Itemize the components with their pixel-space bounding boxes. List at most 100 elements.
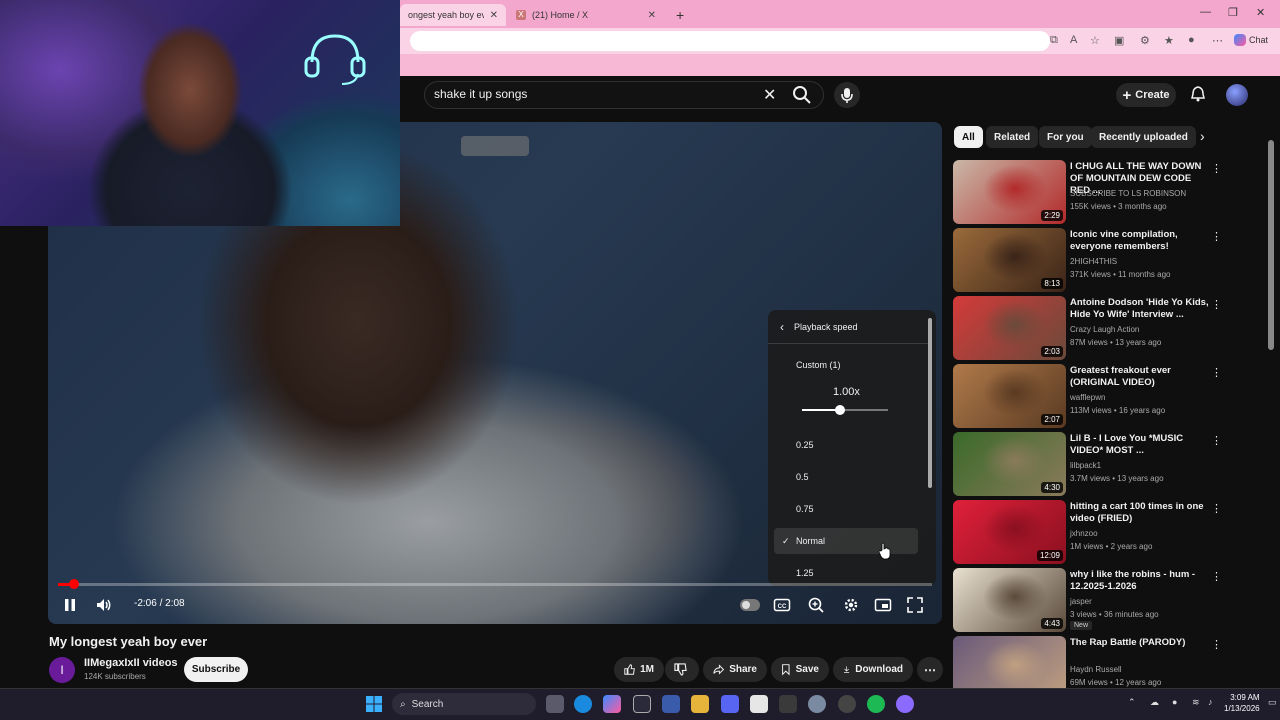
tab-youtube[interactable]: ongest yeah boy ever - Yo ✕ xyxy=(400,4,506,26)
more-vertical-icon[interactable]: ⋮ xyxy=(1211,230,1222,243)
menu-scrollbar[interactable] xyxy=(928,318,932,488)
split-screen-icon[interactable]: ▣ xyxy=(1114,34,1124,47)
video-thumbnail[interactable]: 12:09 xyxy=(953,500,1066,564)
recommendation-item[interactable]: 12:09 hitting a cart 100 times in one vi… xyxy=(953,500,1273,564)
search-icon[interactable] xyxy=(792,85,812,105)
more-vertical-icon[interactable]: ⋮ xyxy=(1211,502,1222,515)
discord-icon[interactable] xyxy=(721,695,739,713)
chips-next-chevron-icon[interactable]: › xyxy=(1200,128,1205,144)
notifications-bell-icon[interactable] xyxy=(1190,86,1206,102)
recommendation-item[interactable]: 2:03 Antoine Dodson 'Hide Yo Kids, Hide … xyxy=(953,296,1273,360)
recommendation-channel[interactable]: 2HIGH4THIS xyxy=(1070,257,1117,266)
taskbar-search[interactable]: ⌕ Search xyxy=(392,693,536,715)
windows-start-icon[interactable] xyxy=(366,696,382,712)
task-view-icon[interactable] xyxy=(546,695,564,713)
more-menu-icon[interactable]: ⋯ xyxy=(1212,34,1223,47)
page-scrollbar[interactable] xyxy=(1268,120,1274,680)
recommendation-title[interactable]: Lil B - I Love You *MUSIC VIDEO* MOST ..… xyxy=(1070,433,1210,457)
recommendation-title[interactable]: The Rap Battle (PARODY) xyxy=(1070,637,1210,649)
fullscreen-icon[interactable] xyxy=(906,596,924,614)
channel-name[interactable]: IIMegaxIxII videos xyxy=(84,657,178,669)
close-window-icon[interactable]: ✕ xyxy=(1256,6,1265,19)
recommendation-title[interactable]: Greatest freakout ever (ORIGINAL VIDEO) xyxy=(1070,365,1210,389)
video-thumbnail[interactable]: 2:03 xyxy=(953,296,1066,360)
recommendation-channel[interactable]: SUBSCRIBE TO LS ROBINSON xyxy=(1070,189,1186,198)
cloud-icon[interactable]: ☁ xyxy=(1150,697,1159,708)
copilot-app-icon[interactable] xyxy=(603,695,621,713)
recommendation-channel[interactable]: Crazy Laugh Action xyxy=(1070,325,1139,334)
channel-avatar[interactable]: I xyxy=(49,657,75,683)
recommendation-title[interactable]: Antoine Dodson 'Hide Yo Kids, Hide Yo Wi… xyxy=(1070,297,1210,321)
minimize-icon[interactable]: — xyxy=(1200,6,1211,18)
clear-search-icon[interactable]: ✕ xyxy=(763,85,776,105)
chip-recently-uploaded[interactable]: Recently uploaded xyxy=(1091,126,1196,148)
recommendation-channel[interactable]: Haydn Russell xyxy=(1070,665,1122,674)
spotify-icon[interactable] xyxy=(867,695,885,713)
restore-icon[interactable]: ❐ xyxy=(1228,6,1238,19)
progress-scrubber[interactable] xyxy=(69,579,79,589)
speed-custom-option[interactable]: Custom (1) xyxy=(774,352,918,378)
speed-slider-handle[interactable] xyxy=(835,405,845,415)
close-tab-icon[interactable]: ✕ xyxy=(648,10,656,21)
more-vertical-icon[interactable]: ⋮ xyxy=(1211,638,1222,651)
chip-for-you[interactable]: For you xyxy=(1039,126,1092,148)
subscribe-button[interactable]: Subscribe xyxy=(184,657,248,682)
tab-x-home[interactable]: X (21) Home / X ✕ xyxy=(508,4,664,26)
back-chevron-icon[interactable]: ‹ xyxy=(780,320,784,334)
terminal-icon[interactable] xyxy=(779,695,797,713)
more-actions-button[interactable]: ⋯ xyxy=(917,657,943,682)
edge-browser-icon[interactable] xyxy=(574,695,592,713)
more-vertical-icon[interactable]: ⋮ xyxy=(1211,366,1222,379)
progress-bar[interactable] xyxy=(58,583,932,586)
video-thumbnail[interactable]: 8:13 xyxy=(953,228,1066,292)
speaker-icon[interactable]: ♪ xyxy=(1208,697,1213,707)
close-tab-icon[interactable]: ✕ xyxy=(490,10,498,21)
store-icon[interactable] xyxy=(662,695,680,713)
app-icon[interactable] xyxy=(896,695,914,713)
recommendation-channel[interactable]: wafflepwn xyxy=(1070,393,1105,402)
more-vertical-icon[interactable]: ⋮ xyxy=(1211,570,1222,583)
search-input[interactable]: shake it up songs xyxy=(434,87,527,101)
account-avatar[interactable] xyxy=(1226,84,1248,106)
extensions-icon[interactable]: ⚙ xyxy=(1140,34,1150,47)
recommendation-item[interactable]: 2:29 I CHUG ALL THE WAY DOWN OF MOUNTAIN… xyxy=(953,160,1273,224)
recommendation-channel[interactable]: jxhnzoo xyxy=(1070,529,1098,538)
settings-gear-icon[interactable] xyxy=(842,596,860,614)
recommendation-title[interactable]: hitting a cart 100 times in one video (F… xyxy=(1070,501,1210,525)
dislike-button[interactable] xyxy=(665,657,699,682)
video-thumbnail[interactable]: 4:43 xyxy=(953,568,1066,632)
zoom-icon[interactable] xyxy=(807,596,825,614)
chip-all[interactable]: All xyxy=(954,126,983,148)
speed-option[interactable]: 0.5 xyxy=(774,464,918,490)
file-explorer-icon[interactable] xyxy=(691,695,709,713)
miniplayer-icon[interactable] xyxy=(874,596,892,614)
wifi-icon[interactable]: ≋ xyxy=(1192,697,1200,708)
recommendation-item[interactable]: 4:43 why i like the robins - hum - 12.20… xyxy=(953,568,1273,632)
recommendation-title[interactable]: why i like the robins - hum - 12.2025-1.… xyxy=(1070,569,1210,593)
chip-related[interactable]: Related xyxy=(986,126,1039,148)
speed-option-selected[interactable]: ✓ Normal xyxy=(774,528,918,554)
new-tab-button[interactable]: + xyxy=(668,4,692,26)
settings-app-icon[interactable] xyxy=(808,695,826,713)
video-thumbnail[interactable]: 2:29 xyxy=(953,160,1066,224)
share-button[interactable]: Share xyxy=(703,657,767,682)
favorite-star-icon[interactable]: ☆ xyxy=(1090,34,1100,47)
speed-option[interactable]: 0.25 xyxy=(774,432,918,458)
tray-chevron-icon[interactable]: ⌃ xyxy=(1128,697,1136,708)
recommendation-item[interactable]: 2:07 Greatest freakout ever (ORIGINAL VI… xyxy=(953,364,1273,428)
recommendation-title[interactable]: Iconic vine compilation, everyone rememb… xyxy=(1070,229,1210,253)
create-button[interactable]: + Create xyxy=(1116,83,1176,107)
read-aloud-icon[interactable]: A xyxy=(1070,34,1077,46)
recommendation-item[interactable]: 8:13 Iconic vine compilation, everyone r… xyxy=(953,228,1273,292)
url-field[interactable] xyxy=(410,31,1050,51)
more-vertical-icon[interactable]: ⋮ xyxy=(1211,162,1222,175)
profile-icon[interactable]: ● xyxy=(1188,34,1195,46)
recommendation-item[interactable]: 4:30 Lil B - I Love You *MUSIC VIDEO* MO… xyxy=(953,432,1273,496)
more-vertical-icon[interactable]: ⋮ xyxy=(1211,434,1222,447)
app-icon[interactable] xyxy=(838,695,856,713)
microphone-tray-icon[interactable]: ● xyxy=(1172,697,1177,707)
captions-icon[interactable]: CC xyxy=(773,596,791,614)
speed-menu-header[interactable]: ‹ Playback speed xyxy=(768,310,928,344)
copilot-chat-button[interactable]: Chat xyxy=(1234,34,1268,46)
app-icon[interactable] xyxy=(633,695,651,713)
